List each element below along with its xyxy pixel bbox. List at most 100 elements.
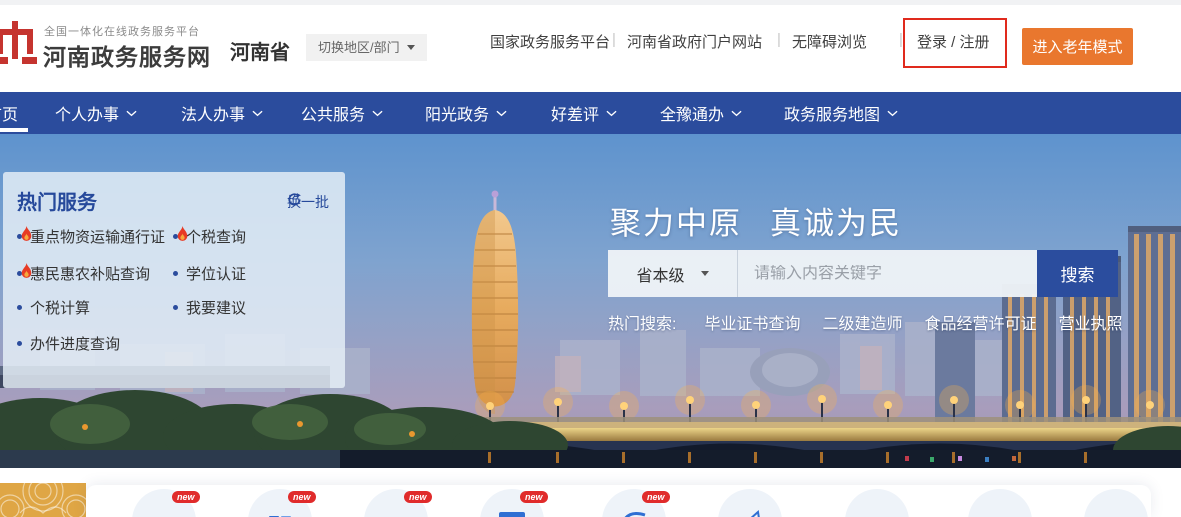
quick-services-card: new new new new new — [86, 485, 1151, 517]
switch-region-label: 切换地区/部门 — [318, 34, 400, 61]
search-scope-value: 省本级 — [636, 262, 684, 286]
login-register-link[interactable]: 登录 / 注册 — [917, 31, 990, 52]
nav-label: 阳光政务 — [425, 101, 489, 125]
triangle-down-icon — [701, 271, 709, 276]
hot-search-term[interactable]: 毕业证书查询 — [704, 310, 800, 334]
hot-services-title: 热门服务 — [17, 186, 97, 215]
hero-banner: 热门服务 换一批 重点物资运输通行证 个税查询 — [0, 134, 1181, 468]
gov-platform-logo-icon — [0, 20, 38, 66]
refresh-icon — [287, 192, 302, 207]
slogan-part2: 真诚为民 — [770, 206, 902, 241]
bullet-icon — [173, 271, 178, 276]
hot-service-link[interactable]: 办件进度查询 — [17, 333, 120, 354]
site-name: 河南政务服务网 — [43, 38, 211, 72]
main-nav: 首页 个人办事 法人办事 公共服务 阳光政务 好差评 全豫通办 政务服务地图 — [0, 92, 1181, 134]
quick-service-item[interactable] — [718, 489, 782, 517]
slogan-part1: 聚力中原 — [610, 206, 742, 241]
hot-services-panel: 热门服务 换一批 重点物资运输通行证 个税查询 — [3, 172, 345, 388]
nav-label: 个人办事 — [55, 101, 119, 125]
quick-service-item[interactable]: new — [248, 489, 312, 517]
hot-service-label: 我要建议 — [186, 297, 246, 318]
elder-mode-button[interactable]: 进入老年模式 — [1022, 28, 1133, 65]
search-input-wrap — [738, 250, 1037, 297]
chevron-down-icon — [496, 110, 507, 117]
hot-service-label: 惠民惠农补贴查询 — [30, 263, 150, 284]
quick-service-item[interactable] — [1084, 489, 1148, 517]
chevron-down-icon — [126, 110, 137, 117]
quick-service-item[interactable]: new — [132, 489, 196, 517]
hot-search-term[interactable]: 食品经营许可证 — [924, 310, 1036, 334]
nav-label: 政务服务地图 — [784, 101, 880, 125]
hot-search-term[interactable]: 营业执照 — [1059, 310, 1123, 334]
page: 全国一体化在线政务服务平台 河南政务服务网 河南省 切换地区/部门 国家政务服务… — [0, 0, 1181, 517]
hot-service-label: 学位认证 — [186, 263, 246, 284]
switch-region-button[interactable]: 切换地区/部门 — [306, 34, 427, 61]
new-badge: new — [642, 491, 670, 503]
hot-service-label: 个税查询 — [186, 226, 246, 247]
flame-icon — [176, 226, 189, 242]
search-scope-dropdown[interactable]: 省本级 — [608, 250, 738, 297]
hot-service-link[interactable]: 个税查询 — [173, 226, 246, 247]
quick-service-item[interactable]: new — [364, 489, 428, 517]
nav-item-legal[interactable]: 法人办事 — [181, 92, 263, 134]
header: 全国一体化在线政务服务平台 河南政务服务网 河南省 切换地区/部门 国家政务服务… — [0, 5, 1181, 92]
current-region-label: 河南省 — [230, 36, 290, 65]
quick-service-item[interactable]: new — [602, 489, 666, 517]
quick-service-item[interactable] — [968, 489, 1032, 517]
separator: | — [899, 31, 903, 48]
bullet-icon — [173, 305, 178, 310]
nav-item-personal[interactable]: 个人办事 — [55, 92, 137, 134]
service-icon — [268, 508, 292, 517]
hot-service-link[interactable]: 个税计算 — [17, 297, 90, 318]
link-national-platform[interactable]: 国家政务服务平台 — [490, 31, 610, 52]
nav-item-quanyutongban[interactable]: 全豫通办 — [660, 92, 742, 134]
flame-icon — [20, 263, 33, 279]
link-henan-portal[interactable]: 河南省政府门户网站 — [627, 31, 762, 52]
service-icon — [737, 508, 763, 517]
chevron-down-icon — [252, 110, 263, 117]
service-icon — [498, 508, 526, 517]
hot-service-link[interactable]: 我要建议 — [173, 297, 246, 318]
search-button[interactable]: 搜索 — [1037, 250, 1118, 297]
flame-icon — [20, 226, 33, 242]
chevron-down-icon — [606, 110, 617, 117]
search-bar: 省本级 搜索 — [608, 250, 1118, 297]
service-icon — [621, 508, 647, 517]
nav-item-service-map[interactable]: 政务服务地图 — [784, 92, 898, 134]
active-tab-underline — [0, 128, 28, 132]
nav-item-sunshine-gov[interactable]: 阳光政务 — [425, 92, 507, 134]
nav-label: 首页 — [0, 101, 18, 125]
quick-service-item[interactable]: new — [480, 489, 544, 517]
hot-search-label: 热门搜索: — [608, 310, 676, 334]
nav-label: 好差评 — [551, 101, 599, 125]
quick-service-item[interactable] — [845, 489, 909, 517]
hot-service-link[interactable]: 重点物资运输通行证 — [17, 226, 165, 247]
platform-label: 全国一体化在线政务服务平台 — [44, 23, 200, 39]
nav-label: 法人办事 — [181, 101, 245, 125]
new-badge: new — [520, 491, 548, 503]
hot-service-link[interactable]: 学位认证 — [173, 263, 246, 284]
refresh-batch-button[interactable]: 换一批 — [287, 192, 329, 212]
gold-ornament — [0, 483, 86, 517]
nav-item-review[interactable]: 好差评 — [551, 92, 617, 134]
new-badge: new — [288, 491, 316, 503]
new-badge: new — [404, 491, 432, 503]
hot-search-term[interactable]: 二级建造师 — [822, 310, 902, 334]
nav-item-public-service[interactable]: 公共服务 — [301, 92, 383, 134]
hot-search-row: 热门搜索: 毕业证书查询 二级建造师 食品经营许可证 营业执照 — [608, 310, 1123, 334]
triangle-down-icon — [407, 45, 415, 50]
separator: | — [777, 31, 781, 48]
new-badge: new — [172, 491, 200, 503]
hot-service-link[interactable]: 惠民惠农补贴查询 — [17, 263, 150, 284]
bullet-icon — [17, 341, 22, 346]
chevron-down-icon — [731, 110, 742, 117]
hot-service-label: 个税计算 — [30, 297, 90, 318]
chevron-down-icon — [372, 110, 383, 117]
hot-service-label: 办件进度查询 — [30, 333, 120, 354]
bullet-icon — [17, 305, 22, 310]
nav-label: 公共服务 — [301, 101, 365, 125]
chevron-down-icon — [887, 110, 898, 117]
link-accessibility[interactable]: 无障碍浏览 — [792, 31, 867, 52]
hot-service-label: 重点物资运输通行证 — [30, 226, 165, 247]
search-input[interactable] — [738, 265, 1037, 283]
